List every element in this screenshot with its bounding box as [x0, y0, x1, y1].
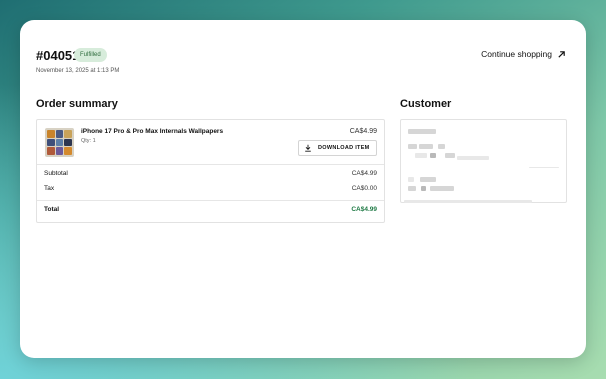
continue-shopping-link[interactable]: Continue shopping	[481, 49, 566, 59]
product-quantity: Qty: 1	[81, 138, 96, 144]
status-badge: Fulfilled	[74, 48, 107, 62]
order-summary-heading: Order summary	[36, 98, 118, 110]
product-thumbnail	[45, 128, 74, 157]
download-item-label: DOWNLOAD ITEM	[318, 145, 370, 151]
order-summary-panel: iPhone 17 Pro & Pro Max Internals Wallpa…	[36, 119, 385, 223]
customer-heading: Customer	[400, 98, 452, 110]
total-value: CA$4.99	[351, 206, 377, 213]
redacted-email	[408, 186, 416, 191]
subtotal-label: Subtotal	[44, 170, 68, 177]
order-card: #04051 Fulfilled November 13, 2025 at 1:…	[20, 20, 586, 358]
redacted-phone	[420, 177, 436, 182]
redacted-footer	[404, 200, 532, 203]
divider	[37, 164, 384, 165]
redacted-address-line	[408, 144, 417, 149]
redacted-address-line	[457, 156, 489, 160]
redacted-phone	[408, 177, 414, 182]
download-item-button[interactable]: DOWNLOAD ITEM	[298, 140, 377, 156]
redacted-address-line	[445, 153, 455, 158]
redacted-divider	[529, 167, 559, 168]
redacted-address-line	[430, 153, 436, 158]
subtotal-value: CA$4.99	[351, 170, 377, 177]
redacted-name	[408, 129, 436, 134]
download-icon	[305, 144, 311, 152]
redacted-email	[430, 186, 454, 191]
arrow-up-right-icon	[558, 50, 565, 58]
tax-label: Tax	[44, 185, 55, 192]
product-title: iPhone 17 Pro & Pro Max Internals Wallpa…	[81, 128, 224, 135]
redacted-email	[421, 186, 426, 191]
divider	[37, 200, 384, 201]
product-price: CA$4.99	[349, 128, 377, 135]
order-number: #04051	[36, 48, 80, 63]
tax-value: CA$0.00	[351, 185, 377, 192]
redacted-address-line	[419, 144, 433, 149]
order-date: November 13, 2025 at 1:13 PM	[36, 68, 120, 74]
continue-shopping-label: Continue shopping	[481, 49, 552, 59]
customer-panel	[400, 119, 567, 203]
total-label: Total	[44, 206, 60, 213]
redacted-address-line	[438, 144, 445, 149]
redacted-address-line	[415, 153, 427, 158]
